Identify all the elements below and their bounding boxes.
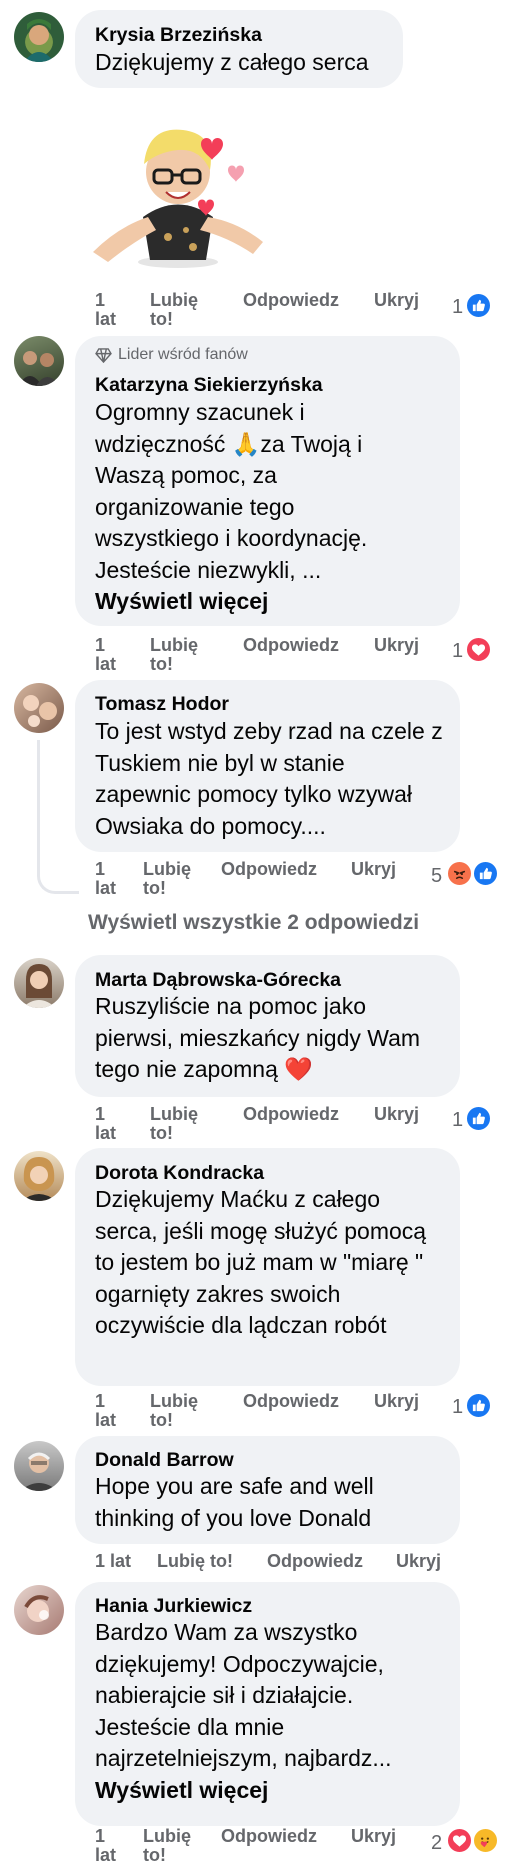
comment-author[interactable]: Dorota Kondracka — [95, 1162, 264, 1185]
reaction-count[interactable]: 5 — [431, 865, 442, 888]
like-button[interactable]: Lubię to! — [157, 1552, 233, 1571]
avatar[interactable] — [14, 958, 64, 1008]
comment-text: Dziękujemy z całego serca — [95, 49, 369, 75]
reaction-count[interactable]: 1 — [452, 640, 463, 663]
see-more-link[interactable]: Wyświetl więcej — [95, 1777, 268, 1803]
reply-button[interactable]: Odpowiedz — [267, 1552, 363, 1571]
comment-time[interactable]: 1 lat — [95, 291, 131, 329]
comment-time[interactable]: 1 lat — [95, 860, 131, 898]
comment-author[interactable]: Tomasz Hodor — [95, 693, 229, 716]
angry-icon[interactable] — [446, 860, 473, 887]
avatar[interactable] — [14, 683, 64, 733]
avatar[interactable] — [14, 12, 64, 62]
like-button[interactable]: Lubię to! — [143, 860, 203, 898]
reaction-count[interactable]: 1 — [452, 296, 463, 319]
comment-time[interactable]: 1 lat — [95, 1105, 131, 1143]
avatar[interactable] — [14, 1441, 64, 1491]
hide-button[interactable]: Ukryj — [396, 1552, 441, 1571]
hide-button[interactable]: Ukryj — [351, 1827, 396, 1846]
comment-text: Ogromny szacunek i wdzięczność 🙏za Twoją… — [95, 397, 407, 618]
comment-author[interactable]: Marta Dąbrowska-Górecka — [95, 969, 341, 992]
avatar[interactable] — [14, 1151, 64, 1201]
comment-text-content: Bardzo Wam za wszystko dziękujemy! Odpoc… — [95, 1619, 392, 1771]
comment-time[interactable]: 1 lat — [95, 1392, 131, 1430]
hide-button[interactable]: Ukryj — [374, 636, 419, 655]
comment-author[interactable]: Donald Barrow — [95, 1449, 234, 1472]
reply-button[interactable]: Odpowiedz — [221, 1827, 317, 1846]
like-icon[interactable] — [465, 1392, 492, 1419]
diamond-icon — [95, 347, 112, 363]
like-icon[interactable] — [465, 292, 492, 319]
comment-time[interactable]: 1 lat — [95, 1552, 131, 1571]
comment-text-content: Ogromny szacunek i wdzięczność 🙏za Twoją… — [95, 399, 368, 583]
comment-text: Hope you are safe and well thinking of y… — [95, 1473, 374, 1531]
comment-author[interactable]: Katarzyna Siekierzyńska — [95, 374, 323, 397]
hide-button[interactable]: Ukryj — [374, 1105, 419, 1124]
like-icon[interactable] — [472, 860, 499, 887]
comment-time[interactable]: 1 lat — [95, 1827, 131, 1864]
like-icon[interactable] — [465, 1105, 492, 1132]
love-icon[interactable] — [446, 1827, 473, 1854]
comment-author[interactable]: Krysia Brzezińska — [95, 24, 262, 47]
thread-connector — [37, 740, 40, 860]
like-button[interactable]: Lubię to! — [143, 1827, 203, 1864]
comment-author[interactable]: Hania Jurkiewicz — [95, 1595, 252, 1618]
like-button[interactable]: Lubię to! — [150, 1105, 210, 1143]
avatar[interactable] — [14, 336, 64, 386]
like-button[interactable]: Lubię to! — [150, 291, 210, 329]
comment-text: Ruszyliście na pomoc jako pierwsi, miesz… — [95, 993, 421, 1082]
avatar-sticker — [88, 112, 268, 272]
badge-label: Lider wśród fanów — [118, 346, 248, 363]
comment-text: Dziękujemy Maćku z całego serca, jeśli m… — [95, 1186, 427, 1338]
comment-text: Bardzo Wam za wszystko dziękujemy! Odpoc… — [95, 1617, 437, 1806]
reaction-count[interactable]: 1 — [452, 1109, 463, 1132]
reply-button[interactable]: Odpowiedz — [243, 291, 339, 310]
top-fan-badge: Lider wśród fanów — [95, 346, 248, 364]
love-icon[interactable] — [465, 636, 492, 663]
reply-button[interactable]: Odpowiedz — [221, 860, 317, 879]
avatar[interactable] — [14, 1585, 64, 1635]
like-button[interactable]: Lubię to! — [150, 636, 210, 674]
comment-text: To jest wstyd zeby rzad na czele z Tuski… — [95, 718, 443, 839]
thread-connector-curve — [37, 858, 79, 894]
reaction-count[interactable]: 1 — [452, 1396, 463, 1419]
see-more-link[interactable]: Wyświetl więcej — [95, 588, 268, 614]
reply-button[interactable]: Odpowiedz — [243, 1105, 339, 1124]
comment-time[interactable]: 1 lat — [95, 636, 131, 674]
hide-button[interactable]: Ukryj — [351, 860, 396, 879]
reaction-count[interactable]: 2 — [431, 1832, 442, 1855]
reply-button[interactable]: Odpowiedz — [243, 636, 339, 655]
view-replies-link[interactable]: Wyświetl wszystkie 2 odpowiedzi — [88, 911, 419, 935]
hide-button[interactable]: Ukryj — [374, 1392, 419, 1411]
care-icon[interactable] — [472, 1827, 499, 1854]
like-button[interactable]: Lubię to! — [150, 1392, 210, 1430]
hide-button[interactable]: Ukryj — [374, 291, 419, 310]
reply-button[interactable]: Odpowiedz — [243, 1392, 339, 1411]
